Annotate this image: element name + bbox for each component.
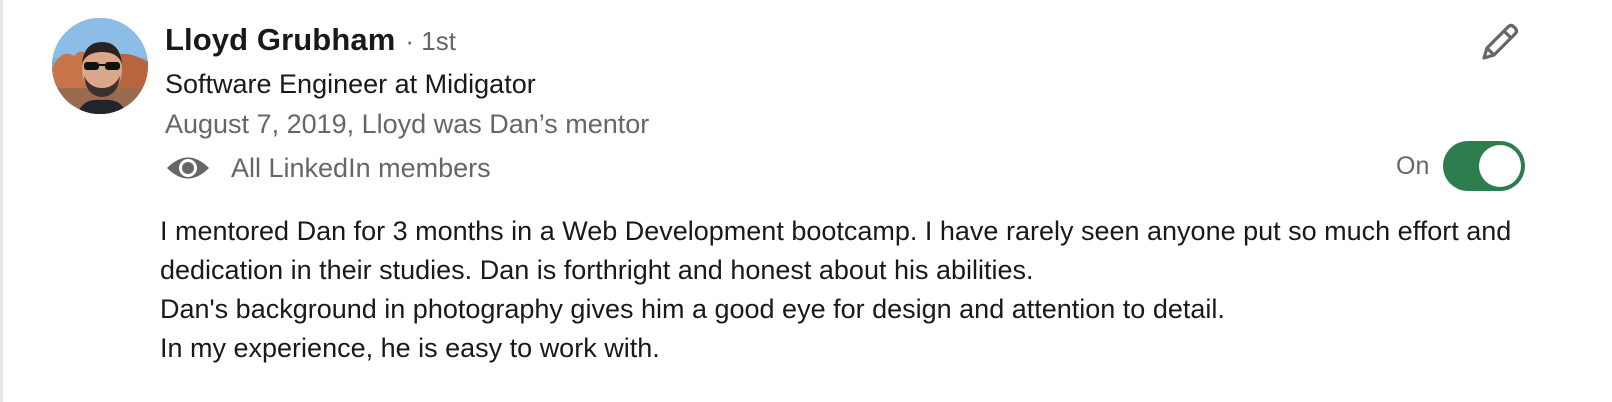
visibility-label: All LinkedIn members: [231, 152, 491, 183]
author-name[interactable]: Lloyd Grubham: [165, 22, 395, 58]
author-headline: Software Engineer at Midigator: [165, 69, 536, 99]
eye-icon: [165, 153, 211, 183]
recommendation-text: I mentored Dan for 3 months in a Web Dev…: [160, 212, 1560, 368]
recommendation-date: August 7, 2019, Lloyd was Dan’s mentor: [165, 109, 650, 139]
toggle-knob: [1479, 145, 1522, 187]
avatar[interactable]: [52, 18, 148, 114]
recommendation-paragraph: I mentored Dan for 3 months in a Web Dev…: [160, 216, 1512, 285]
avatar-photo: [52, 18, 148, 114]
name-row: Lloyd Grubham · 1st: [165, 22, 1465, 64]
recommendation-card: Lloyd Grubham · 1st Software Engineer at…: [0, 0, 1612, 402]
recommendation-paragraph: In my experience, he is easy to work wit…: [160, 333, 660, 363]
visibility-toggle[interactable]: [1443, 141, 1526, 191]
author-info: Lloyd Grubham · 1st Software Engineer at…: [165, 22, 1465, 192]
recommendation-paragraph: Dan's background in photography gives hi…: [160, 294, 1225, 324]
visibility-toggle-area: On: [1396, 140, 1526, 192]
connection-degree: · 1st: [405, 26, 456, 56]
toggle-label: On: [1396, 151, 1430, 180]
visibility-row: All LinkedIn members: [165, 144, 1465, 192]
pencil-icon[interactable]: [1478, 20, 1522, 64]
